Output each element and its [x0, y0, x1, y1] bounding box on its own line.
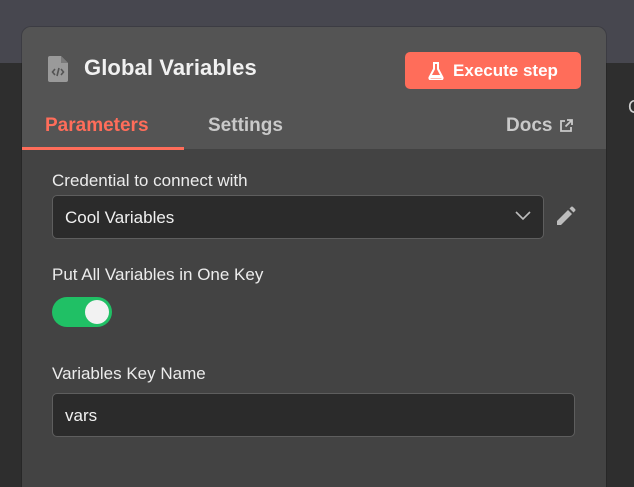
panel-title: Global Variables: [84, 55, 257, 80]
key-name-input[interactable]: vars: [52, 393, 575, 437]
chevron-down-icon[interactable]: [515, 211, 531, 221]
partial-icon: C: [628, 100, 634, 114]
external-link-icon: [560, 119, 574, 132]
pencil-icon[interactable]: [554, 206, 576, 228]
credential-select[interactable]: Cool Variables: [52, 195, 544, 239]
node-settings-panel: Global Variables Execute step Parameters…: [22, 27, 606, 487]
credential-value: Cool Variables: [65, 208, 175, 227]
tab-parameters[interactable]: Parameters: [45, 115, 149, 137]
flask-icon: [428, 61, 444, 80]
one-key-toggle[interactable]: [52, 297, 112, 327]
execute-step-label: Execute step: [453, 60, 558, 80]
key-name-value: vars: [65, 406, 98, 425]
toggle-knob: [85, 300, 109, 324]
credential-label: Credential to connect with: [52, 171, 248, 190]
tab-settings[interactable]: Settings: [208, 115, 283, 137]
panel-header: Global Variables Execute step Parameters…: [22, 27, 606, 150]
code-file-icon: [48, 56, 68, 82]
docs-label: Docs: [506, 115, 553, 136]
tab-docs[interactable]: Docs: [506, 115, 574, 137]
key-name-label: Variables Key Name: [52, 364, 206, 383]
one-key-label: Put All Variables in One Key: [52, 265, 264, 284]
active-tab-indicator: [22, 147, 184, 150]
execute-step-button[interactable]: Execute step: [405, 52, 581, 89]
